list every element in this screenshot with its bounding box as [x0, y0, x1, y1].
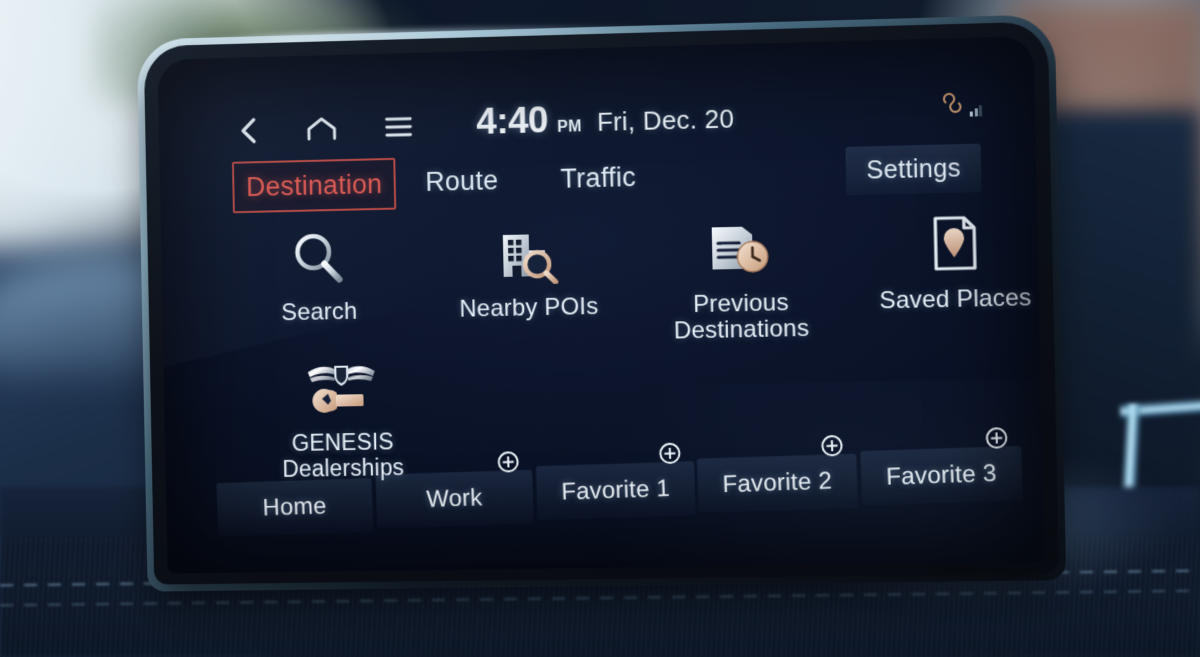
clock-date: Fri, Dec. 20	[596, 103, 735, 137]
photo-scene: 4:40 PM Fri, Dec. 20 Destination Route T…	[0, 0, 1200, 657]
building-magnifier-icon	[494, 217, 561, 290]
wrench-icon	[312, 388, 364, 413]
label-line-1: Previous	[692, 289, 789, 319]
shortcut-favorite-2[interactable]: Favorite 2	[697, 453, 859, 513]
add-shortcut-icon[interactable]	[657, 441, 681, 465]
genesis-wings-wrench-icon	[303, 356, 381, 425]
shortcut-label: Favorite 1	[560, 474, 671, 506]
clock-time: 4:40	[475, 99, 549, 142]
shortcut-label: Home	[262, 492, 327, 522]
menu-label-saved-places: Saved Places	[879, 284, 1032, 315]
shortcut-home[interactable]: Home	[216, 478, 374, 537]
menu-item-saved-places[interactable]: Saved Places	[870, 206, 1039, 341]
ui-root: 4:40 PM Fri, Dec. 20 Destination Route T…	[158, 36, 1045, 574]
genesis-wings	[307, 366, 375, 385]
display-screen[interactable]: 4:40 PM Fri, Dec. 20 Destination Route T…	[157, 36, 1045, 574]
tab-bar: Destination Route Traffic Settings	[160, 142, 1037, 215]
label-line-1: GENESIS	[291, 428, 395, 456]
menu-label-previous-destinations: Previous Destinations	[673, 289, 810, 345]
folder-clock-icon	[706, 212, 774, 286]
magnifier-icon	[287, 222, 349, 295]
shortcut-work[interactable]: Work	[375, 470, 534, 529]
clock-and-date: 4:40 PM Fri, Dec. 20	[159, 87, 1036, 151]
shortcut-favorite-1[interactable]: Favorite 1	[535, 461, 696, 521]
document-pin-icon	[925, 207, 984, 281]
infotainment-head-unit: 4:40 PM Fri, Dec. 20 Destination Route T…	[136, 14, 1067, 592]
tab-traffic[interactable]: Traffic	[548, 152, 649, 204]
menu-label-search: Search	[281, 297, 358, 327]
menu-item-search[interactable]: Search	[237, 220, 401, 352]
tab-destination[interactable]: Destination	[231, 157, 397, 214]
shortcut-bar: Home Work Favorite 1 Favorite 2 Favorite…	[216, 446, 1024, 537]
infinity-connection-icon	[937, 92, 968, 118]
shortcut-label: Favorite 2	[722, 467, 834, 499]
shortcut-label: Favorite 3	[885, 459, 998, 491]
add-shortcut-icon[interactable]	[820, 434, 844, 458]
status-indicators	[937, 92, 983, 118]
signal-bars-icon	[969, 104, 983, 117]
tab-route[interactable]: Route	[413, 155, 511, 207]
shortcut-label: Work	[425, 484, 483, 513]
clock-ampm: PM	[556, 118, 583, 136]
settings-button[interactable]: Settings	[845, 143, 982, 196]
menu-row-1: Search Nearby POIs Previous Destinations…	[161, 206, 1040, 354]
shortcut-favorite-3[interactable]: Favorite 3	[860, 446, 1024, 506]
menu-item-previous-destinations[interactable]: Previous Destinations	[657, 211, 825, 345]
label-line-2: Destinations	[673, 314, 810, 345]
menu-item-nearby-pois[interactable]: Nearby POIs	[446, 216, 612, 349]
add-shortcut-icon[interactable]	[984, 426, 1008, 450]
add-shortcut-icon[interactable]	[496, 450, 520, 474]
menu-label-nearby-pois: Nearby POIs	[459, 292, 599, 323]
